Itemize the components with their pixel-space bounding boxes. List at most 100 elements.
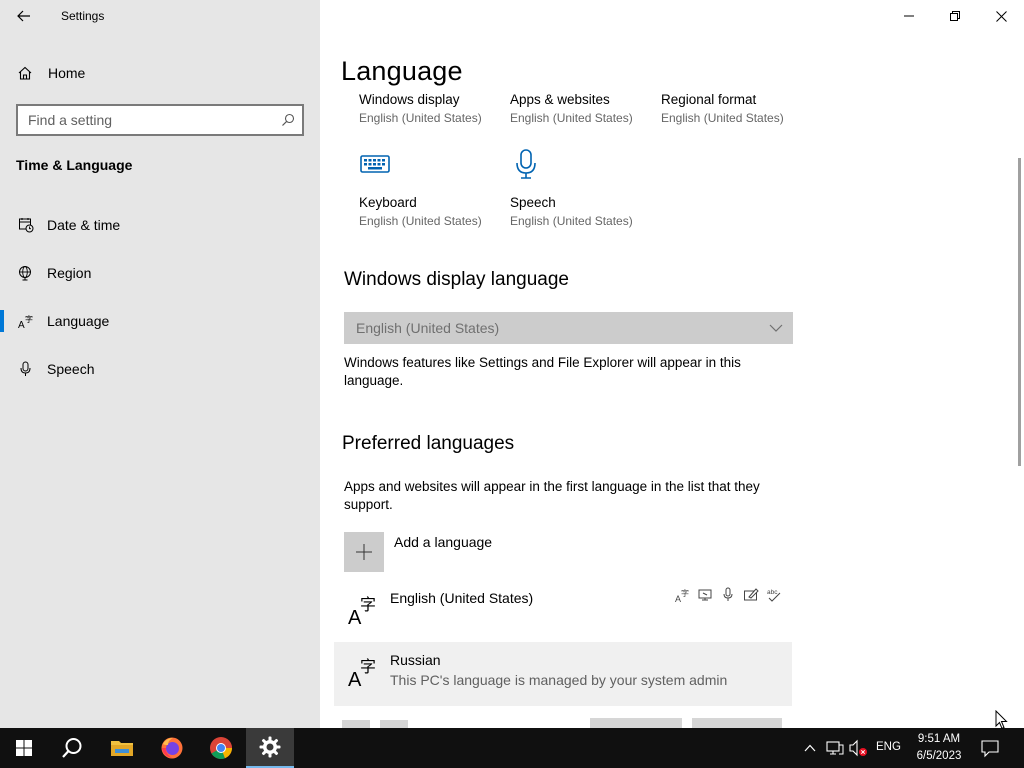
svg-text:A: A (18, 320, 25, 329)
tile-windows-display[interactable]: Windows display English (United States) (359, 92, 509, 125)
page-title: Language (341, 56, 463, 86)
move-down-button[interactable] (380, 720, 408, 728)
sidebar-item-home[interactable]: Home (16, 61, 306, 85)
show-hidden-icons-button[interactable] (802, 739, 818, 757)
preferred-languages-description: Apps and websites will appear in the fir… (344, 479, 760, 512)
sidebar-item-date-time[interactable]: Date & time (0, 205, 320, 245)
add-language-button[interactable]: Add a language (344, 532, 492, 572)
language-name: English (United States) (390, 590, 534, 606)
minimize-icon (904, 15, 914, 17)
windows-start-icon (16, 740, 32, 756)
selection-indicator (0, 310, 4, 332)
globe-icon (17, 264, 35, 282)
svg-text:abc: abc (767, 589, 778, 596)
taskbar-chrome[interactable] (197, 728, 245, 768)
sidebar-item-language[interactable]: A字 Language (0, 301, 320, 341)
tile-speech[interactable]: Speech English (United States) (510, 148, 660, 228)
add-language-label: Add a language (394, 534, 493, 550)
tile-name: Windows display (359, 92, 460, 107)
restore-button[interactable] (932, 0, 978, 32)
tile-name: Regional format (661, 92, 757, 107)
chevron-up-icon (804, 744, 816, 752)
close-button[interactable] (978, 0, 1024, 32)
settings-icon (259, 736, 281, 758)
options-button[interactable] (590, 718, 682, 728)
home-label: Home (48, 65, 86, 81)
speech-icon (719, 586, 737, 604)
selection-indicator (0, 214, 4, 236)
restore-icon (950, 11, 960, 21)
clock-date: 6/5/2023 (916, 750, 962, 762)
language-icon: A字 (348, 595, 376, 626)
volume-muted-icon (849, 739, 867, 757)
sidebar-item-region[interactable]: Region (0, 253, 320, 293)
microphone-icon (516, 149, 536, 179)
home-icon (16, 64, 34, 82)
scrollbar[interactable] (1018, 158, 1021, 466)
firefox-icon (161, 737, 183, 759)
tile-sub: English (United States) (661, 111, 784, 125)
search-icon (62, 738, 82, 758)
language-name: Russian (390, 652, 441, 668)
plus-icon (344, 532, 384, 572)
search-input[interactable] (28, 112, 274, 128)
back-button[interactable] (10, 4, 38, 28)
tile-name: Apps & websites (510, 92, 610, 107)
tile-sub: English (United States) (359, 214, 482, 228)
tile-keyboard[interactable]: Keyboard English (United States) (359, 148, 509, 228)
language-row-russian[interactable]: A字 Russian This PC's language is managed… (334, 642, 792, 706)
dropdown-value: English (United States) (356, 320, 500, 336)
action-center-button[interactable] (980, 738, 1002, 758)
sidebar-item-label: Date & time (47, 217, 121, 233)
svg-text:字: 字 (360, 657, 376, 676)
display-language-description: Windows features like Settings and File … (344, 355, 741, 388)
taskbar-firefox[interactable] (148, 728, 196, 768)
notification-icon (981, 740, 999, 758)
close-icon (995, 10, 1007, 22)
tile-sub: English (United States) (510, 214, 633, 228)
content-area: Windows display English (United States) … (320, 92, 1024, 728)
sidebar-item-label: Language (47, 313, 110, 329)
sidebar-item-label: Region (47, 265, 92, 281)
tile-sub: English (United States) (359, 111, 482, 125)
text-to-speech-icon (696, 586, 714, 604)
sidebar: Settings Home Time & Language Date & tim… (0, 0, 320, 728)
tile-sub: English (United States) (510, 111, 633, 125)
tile-name: Keyboard (359, 195, 417, 210)
taskbar-file-explorer[interactable] (98, 728, 146, 768)
search-icon[interactable] (274, 106, 302, 134)
calendar-clock-icon (17, 216, 35, 234)
sidebar-item-speech[interactable]: Speech (0, 349, 320, 389)
taskbar-settings[interactable] (246, 728, 294, 768)
app-title: Settings (61, 9, 105, 23)
svg-text:字: 字 (681, 588, 689, 598)
input-language-indicator[interactable]: ENG (876, 741, 901, 753)
microphone-icon (17, 360, 35, 378)
chevron-down-icon (769, 324, 783, 332)
network-status[interactable] (825, 739, 845, 757)
svg-text:字: 字 (25, 314, 33, 324)
section-title: Time & Language (16, 157, 133, 173)
taskbar-search-button[interactable] (48, 728, 96, 768)
start-button[interactable] (0, 728, 48, 768)
display-language-heading: Windows display language (344, 269, 569, 290)
language-status: This PC's language is managed by your sy… (390, 672, 728, 688)
clock[interactable]: 9:51 AM 6/5/2023 (910, 731, 968, 765)
sidebar-item-label: Speech (47, 361, 95, 377)
tile-regional-format[interactable]: Regional format English (United States) (661, 92, 811, 125)
settings-window: Settings Home Time & Language Date & tim… (0, 0, 1024, 768)
tile-name: Speech (510, 195, 556, 210)
display-language-dropdown[interactable]: English (United States) (344, 312, 793, 344)
handwriting-icon (742, 586, 760, 604)
move-up-button[interactable] (342, 720, 370, 728)
keyboard-icon (360, 155, 390, 173)
language-row-english[interactable]: A字 English (United States) A字 abc (334, 580, 792, 644)
remove-button[interactable] (692, 718, 782, 728)
search-box[interactable] (16, 104, 304, 136)
tile-apps-websites[interactable]: Apps & websites English (United States) (510, 92, 660, 125)
taskbar: ENG 9:51 AM 6/5/2023 (0, 728, 1024, 768)
minimize-button[interactable] (886, 0, 932, 32)
preferred-languages-heading: Preferred languages (342, 433, 515, 454)
volume-status[interactable] (848, 739, 870, 757)
back-arrow-icon (17, 10, 30, 22)
